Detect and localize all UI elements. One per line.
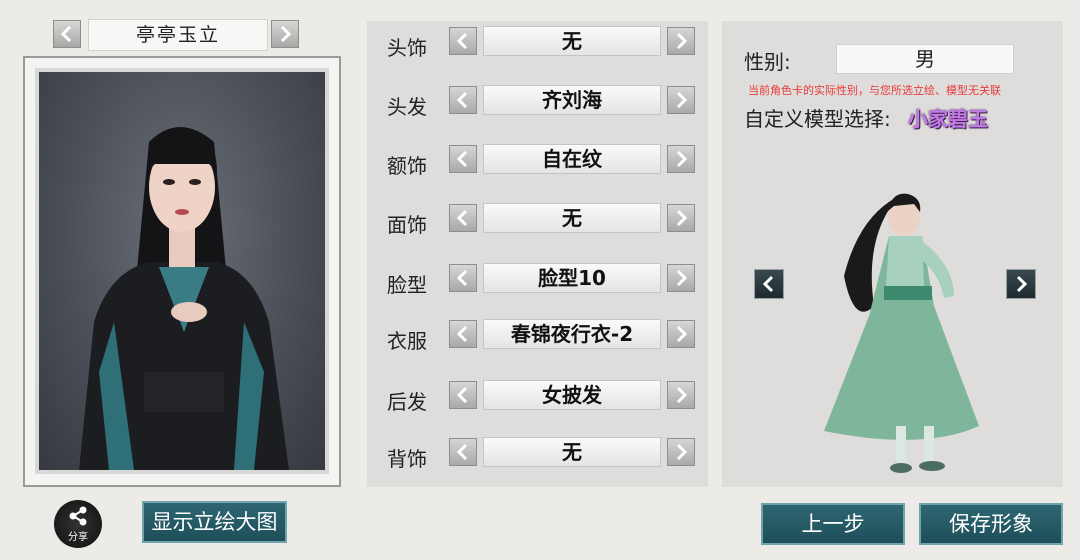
clothes-value: 春锦夜行衣-2: [483, 319, 661, 349]
back-accessory-value: 无: [483, 437, 661, 467]
next-name-arrow[interactable]: [271, 20, 299, 48]
portrait-illustration: [79, 127, 289, 470]
model-prev-arrow[interactable]: [754, 269, 784, 299]
face-shape-next-arrow[interactable]: [667, 264, 695, 292]
row-label-headwear: 头饰: [387, 36, 427, 60]
character-portrait: [35, 68, 329, 474]
chevron-right-icon: [280, 25, 292, 43]
model-name: 小家碧玉: [908, 107, 988, 131]
face-accessory-next-arrow[interactable]: [667, 204, 695, 232]
back-accessory-prev-arrow[interactable]: [449, 438, 477, 466]
chevron-right-icon: [676, 325, 688, 343]
save-appearance-button[interactable]: 保存形象: [919, 503, 1063, 545]
forehead-next-arrow[interactable]: [667, 145, 695, 173]
row-label-hair: 头发: [387, 95, 427, 119]
chevron-right-icon: [676, 269, 688, 287]
chevron-right-icon: [676, 209, 688, 227]
row-label-face-shape: 脸型: [387, 273, 427, 297]
row-label-back-accessory: 背饰: [387, 447, 427, 471]
back-hair-value: 女披发: [483, 380, 661, 410]
row-label-face-accessory: 面饰: [387, 213, 427, 237]
row-label-back-hair: 后发: [387, 390, 427, 414]
hair-next-arrow[interactable]: [667, 86, 695, 114]
chevron-left-icon: [60, 25, 72, 43]
face-shape-value: 脸型10: [483, 263, 661, 293]
face-shape-prev-arrow[interactable]: [449, 264, 477, 292]
model-next-arrow[interactable]: [1006, 269, 1036, 299]
character-name: 亭亭玉立: [88, 19, 268, 51]
clothes-next-arrow[interactable]: [667, 320, 695, 348]
chevron-left-icon: [456, 150, 468, 168]
hair-prev-arrow[interactable]: [449, 86, 477, 114]
chevron-right-icon: [676, 443, 688, 461]
forehead-prev-arrow[interactable]: [449, 145, 477, 173]
gender-label: 性别:: [744, 50, 791, 74]
back-hair-next-arrow[interactable]: [667, 381, 695, 409]
chevron-right-icon: [676, 386, 688, 404]
chevron-right-icon: [676, 91, 688, 109]
chevron-left-icon: [456, 386, 468, 404]
row-label-forehead: 额饰: [387, 154, 427, 178]
chevron-right-icon: [676, 150, 688, 168]
character-model: [824, 193, 979, 473]
chevron-left-icon: [456, 32, 468, 50]
chevron-right-icon: [1016, 275, 1028, 293]
prev-name-arrow[interactable]: [53, 20, 81, 48]
model-panel: 性别: 男 当前角色卡的实际性别，与您所选立绘、模型无关联 自定义模型选择: 小…: [722, 21, 1063, 487]
show-portrait-button[interactable]: 显示立绘大图: [142, 501, 287, 543]
chevron-left-icon: [456, 209, 468, 227]
headwear-prev-arrow[interactable]: [449, 27, 477, 55]
headwear-next-arrow[interactable]: [667, 27, 695, 55]
face-accessory-prev-arrow[interactable]: [449, 204, 477, 232]
hair-value: 齐刘海: [483, 85, 661, 115]
share-icon: [69, 506, 87, 526]
chevron-left-icon: [456, 91, 468, 109]
back-hair-prev-arrow[interactable]: [449, 381, 477, 409]
chevron-left-icon: [762, 275, 774, 293]
face-accessory-value: 无: [483, 203, 661, 233]
clothes-prev-arrow[interactable]: [449, 320, 477, 348]
chevron-right-icon: [676, 32, 688, 50]
headwear-value: 无: [483, 26, 661, 56]
chevron-left-icon: [456, 325, 468, 343]
prev-step-button[interactable]: 上一步: [761, 503, 905, 545]
gender-note: 当前角色卡的实际性别，与您所选立绘、模型无关联: [748, 84, 1001, 97]
share-label: 分享: [68, 532, 88, 543]
row-label-clothes: 衣服: [387, 329, 427, 353]
forehead-value: 自在纹: [483, 144, 661, 174]
back-accessory-next-arrow[interactable]: [667, 438, 695, 466]
model-select-label: 自定义模型选择:: [744, 107, 891, 131]
gender-value: 男: [836, 44, 1014, 74]
share-button[interactable]: 分享: [54, 500, 102, 548]
appearance-panel: 头饰 无 头发 齐刘海 额饰 自在纹 面饰 无 脸型 脸型10 衣服 春锦夜行衣…: [367, 21, 708, 487]
chevron-left-icon: [456, 443, 468, 461]
chevron-left-icon: [456, 269, 468, 287]
